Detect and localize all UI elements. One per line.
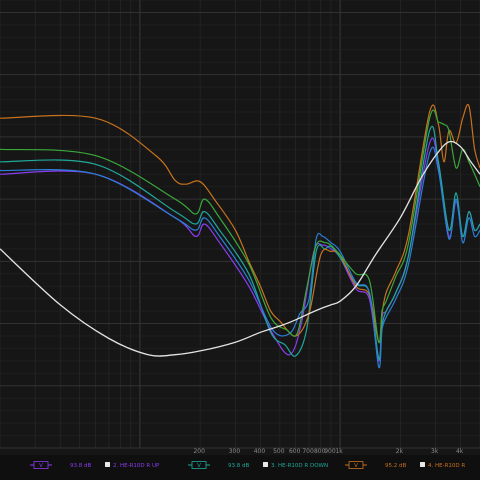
x-tick-label: 700 xyxy=(302,448,314,455)
x-tick-label: 1k xyxy=(335,448,343,455)
checkbox-icon[interactable] xyxy=(263,462,268,467)
legend-label: 2. HE-R10D R UP xyxy=(113,463,160,469)
x-tick-label: 3k xyxy=(431,448,439,455)
checkbox-icon[interactable] xyxy=(105,462,110,467)
x-tick-label: 900 xyxy=(324,448,336,455)
volume-icon-label: V xyxy=(354,463,358,469)
legend-level: 93.8 dB xyxy=(70,463,91,469)
legend-level: 95.2 dB xyxy=(385,463,406,469)
legend-level: 93.8 dB xyxy=(228,463,249,469)
legend-label: 4. HE-R10D R xyxy=(428,463,465,469)
x-tick-label: 300 xyxy=(229,448,241,455)
checkbox-icon[interactable] xyxy=(420,462,425,467)
x-tick-label: 200 xyxy=(193,448,205,455)
legend-item[interactable]: V 95.2 dB 4. HE-R10D R xyxy=(345,461,465,470)
volume-icon-label: V xyxy=(39,463,43,469)
frequency-response-chart: 200 300 400 500 600 700 800900 1k 2k 3k 4k V 93.8 d… xyxy=(0,0,480,480)
x-tick-label: 500 xyxy=(273,448,285,455)
x-tick-label: 4k xyxy=(456,448,464,455)
x-tick-label: 2k xyxy=(396,448,404,455)
x-tick-label: 400 xyxy=(254,448,266,455)
volume-icon-label: V xyxy=(197,463,201,469)
x-tick-label: 600 xyxy=(289,448,301,455)
legend-label: 3. HE-R10D R DOWN xyxy=(271,463,328,469)
